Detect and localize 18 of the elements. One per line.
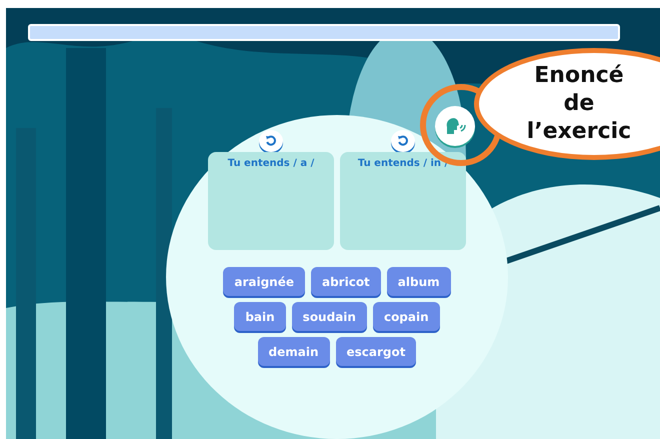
word-tile[interactable]: soudain — [292, 302, 367, 331]
word-tile[interactable]: araignée — [223, 267, 305, 296]
reset-button[interactable] — [259, 130, 283, 152]
callout-text: Enoncé — [534, 62, 624, 90]
column-title: Tu entends / a / — [228, 158, 314, 171]
reset-icon — [265, 135, 277, 147]
callout-text: de — [564, 90, 594, 118]
word-tile[interactable]: escargot — [336, 337, 416, 366]
speaker-button[interactable] — [435, 106, 475, 146]
word-tile[interactable]: demain — [258, 337, 330, 366]
word-tile[interactable]: bain — [234, 302, 286, 331]
reset-icon — [397, 135, 409, 147]
word-tile[interactable]: copain — [372, 302, 440, 331]
drop-zone[interactable]: Tu entends / a / — [208, 152, 334, 250]
callout-text: l’exercic — [526, 118, 632, 146]
word-tile[interactable]: abricot — [310, 267, 381, 296]
reset-button[interactable] — [391, 130, 415, 152]
word-tile[interactable]: album — [386, 267, 451, 296]
